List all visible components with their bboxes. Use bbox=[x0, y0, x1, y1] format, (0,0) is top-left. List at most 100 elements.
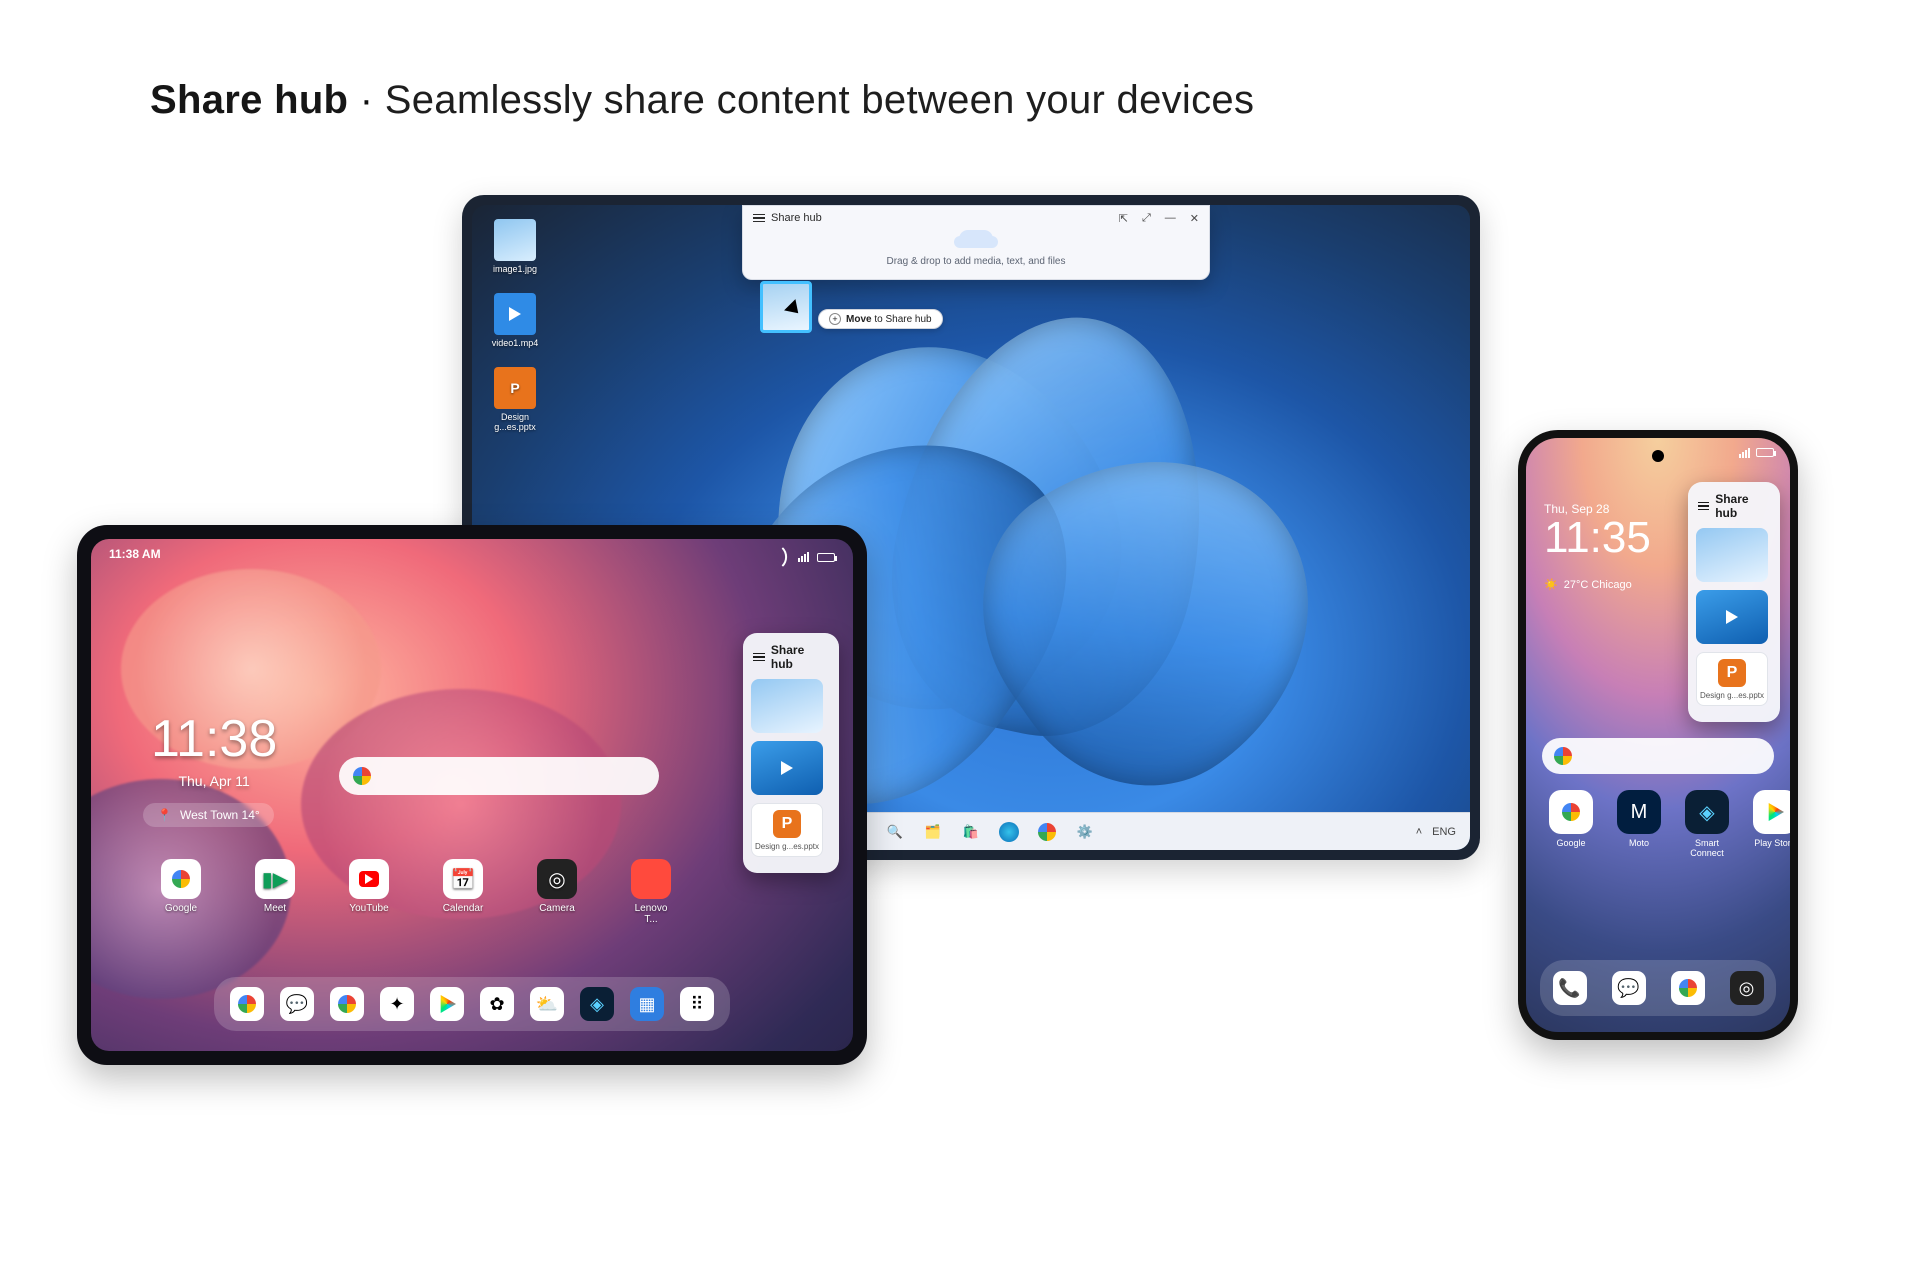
share-hub-titlebar: Share hub bbox=[753, 212, 822, 224]
app-camera[interactable]: ◎Camera bbox=[533, 859, 581, 925]
app-label: Camera bbox=[533, 903, 581, 914]
panel-tile-doc[interactable]: PDesign g...es.pptx bbox=[751, 803, 823, 857]
tablet-clock-widget: 11:38 Thu, Apr 11 bbox=[151, 709, 277, 789]
dock-phone[interactable]: 📞 bbox=[1553, 971, 1587, 1005]
tablet-weather-pill[interactable]: 📍 West Town 14° bbox=[143, 803, 274, 827]
title-separator: · bbox=[348, 78, 384, 122]
desktop-file-video[interactable]: video1.mp4 bbox=[486, 293, 544, 348]
app-label: Meet bbox=[251, 903, 299, 914]
image-file-icon bbox=[494, 219, 536, 261]
dock-weather[interactable]: ⛅ bbox=[530, 987, 564, 1021]
plus-icon: + bbox=[829, 313, 841, 325]
app-label: Moto bbox=[1616, 838, 1662, 848]
minimize-icon[interactable]: — bbox=[1165, 212, 1176, 225]
panel-title: Share hub bbox=[771, 643, 829, 671]
panel-tile-doc[interactable]: PDesign g...es.pptx bbox=[1696, 652, 1768, 706]
dock-chrome[interactable] bbox=[1671, 971, 1705, 1005]
store-icon[interactable]: 🛍️ bbox=[961, 822, 981, 842]
tablet-share-hub-panel[interactable]: Share hub PDesign g...es.pptx bbox=[743, 633, 839, 873]
explorer-icon[interactable]: 🗂️ bbox=[923, 822, 943, 842]
tablet-dock: 💬 ✦ ✿ ⛅ ◈ ▦ ⠿ bbox=[214, 977, 730, 1031]
app-smartconnect[interactable]: ◈Smart Connect bbox=[1684, 790, 1730, 858]
app-label: Lenovo T... bbox=[627, 903, 675, 925]
chevron-up-icon[interactable]: ˄ bbox=[1416, 826, 1422, 838]
app-google[interactable]: Google bbox=[157, 859, 205, 925]
page-title: Share hub · Seamlessly share content bet… bbox=[150, 78, 1254, 123]
ppt-file-icon: P bbox=[494, 367, 536, 409]
app-label: Play Store bbox=[1752, 838, 1790, 848]
dock-files[interactable]: ▦ bbox=[630, 987, 664, 1021]
google-icon bbox=[1554, 747, 1572, 765]
expand-icon[interactable]: ⤢ bbox=[1142, 212, 1151, 225]
close-icon[interactable]: ✕ bbox=[1190, 212, 1199, 225]
dock-messages[interactable]: 💬 bbox=[280, 987, 314, 1021]
panel-tile-video[interactable] bbox=[751, 741, 823, 795]
app-lenovo[interactable]: Lenovo T... bbox=[627, 859, 675, 925]
edge-icon[interactable] bbox=[999, 822, 1019, 842]
phone-share-hub-panel[interactable]: Share hub PDesign g...es.pptx bbox=[1688, 482, 1780, 722]
panel-tile-image[interactable] bbox=[1696, 528, 1768, 582]
app-label: Google bbox=[1548, 838, 1594, 848]
app-youtube[interactable]: YouTube bbox=[345, 859, 393, 925]
signal-icon bbox=[798, 552, 809, 562]
search-icon[interactable]: 🔍 bbox=[885, 822, 905, 842]
app-label: Smart Connect bbox=[1684, 838, 1730, 858]
video-file-icon bbox=[494, 293, 536, 335]
cloud-icon bbox=[959, 230, 993, 248]
menu-icon[interactable] bbox=[753, 653, 765, 662]
desktop-file-image[interactable]: image1.jpg bbox=[486, 219, 544, 274]
battery-icon bbox=[1756, 448, 1774, 457]
tablet-status-bar: 11:38 AM bbox=[109, 547, 835, 567]
tablet-search-bar[interactable] bbox=[339, 757, 659, 795]
menu-icon[interactable] bbox=[753, 214, 765, 223]
dock-playstore[interactable] bbox=[430, 987, 464, 1021]
app-meet[interactable]: ▮▶Meet bbox=[251, 859, 299, 925]
panel-tile-image[interactable] bbox=[751, 679, 823, 733]
phone-device: Thu, Sep 28 11:35 ☀️ 27°C Chicago Share … bbox=[1518, 430, 1798, 1040]
dock-smartconnect[interactable]: ◈ bbox=[580, 987, 614, 1021]
dock-chrome[interactable] bbox=[330, 987, 364, 1021]
dock-camera[interactable]: ◎ bbox=[1730, 971, 1764, 1005]
phone-time: 11:35 bbox=[1544, 516, 1651, 560]
share-hub-hint: Drag & drop to add media, text, and file… bbox=[743, 256, 1209, 267]
file-label: Design g...es.pptx bbox=[486, 412, 544, 432]
panel-doc-label: Design g...es.pptx bbox=[1700, 691, 1764, 700]
dock-apps[interactable]: ⠿ bbox=[680, 987, 714, 1021]
file-label: video1.mp4 bbox=[486, 338, 544, 348]
settings-icon[interactable]: ⚙️ bbox=[1075, 822, 1095, 842]
app-label: Google bbox=[157, 903, 205, 914]
pill-suffix: to Share hub bbox=[872, 314, 932, 325]
battery-icon bbox=[817, 553, 835, 562]
phone-weather[interactable]: ☀️ 27°C Chicago bbox=[1544, 578, 1632, 591]
share-hub-window-controls: ⇱ ⤢ — ✕ bbox=[1119, 212, 1199, 225]
app-calendar[interactable]: 📅Calendar bbox=[439, 859, 487, 925]
taskbar-language[interactable]: ENG bbox=[1432, 826, 1456, 838]
dock-assistant[interactable]: ✦ bbox=[380, 987, 414, 1021]
desktop-file-ppt[interactable]: P Design g...es.pptx bbox=[486, 367, 544, 432]
file-label: image1.jpg bbox=[486, 264, 544, 274]
dock-messages[interactable]: 💬 bbox=[1612, 971, 1646, 1005]
app-playstore[interactable]: Play Store bbox=[1752, 790, 1790, 858]
sun-icon: ☀️ bbox=[1544, 578, 1558, 591]
clock-date: Thu, Apr 11 bbox=[151, 773, 277, 789]
weather-text: West Town 14° bbox=[180, 808, 260, 822]
dock-google[interactable] bbox=[230, 987, 264, 1021]
share-hub-window[interactable]: Share hub ⇱ ⤢ — ✕ Drag & drop to add med… bbox=[742, 205, 1210, 280]
phone-dock: 📞 💬 ◎ bbox=[1540, 960, 1776, 1016]
menu-icon[interactable] bbox=[1698, 502, 1709, 511]
phone-search-bar[interactable] bbox=[1542, 738, 1774, 774]
clock-time: 11:38 bbox=[151, 709, 277, 769]
panel-tile-video[interactable] bbox=[1696, 590, 1768, 644]
ppt-chip-icon: P bbox=[773, 810, 801, 838]
app-google[interactable]: Google bbox=[1548, 790, 1594, 858]
signal-icon bbox=[1739, 448, 1750, 458]
app-moto[interactable]: MMoto bbox=[1616, 790, 1662, 858]
dock-photos[interactable]: ✿ bbox=[480, 987, 514, 1021]
title-subtitle: Seamlessly share content between your de… bbox=[385, 78, 1255, 122]
google-icon bbox=[353, 767, 371, 785]
drop-hint-pill: + Move to Share hub bbox=[818, 309, 943, 329]
pin-icon[interactable]: ⇱ bbox=[1119, 212, 1128, 225]
chrome-icon[interactable] bbox=[1037, 822, 1057, 842]
share-hub-title: Share hub bbox=[771, 212, 822, 224]
status-time: 11:38 AM bbox=[109, 547, 161, 567]
